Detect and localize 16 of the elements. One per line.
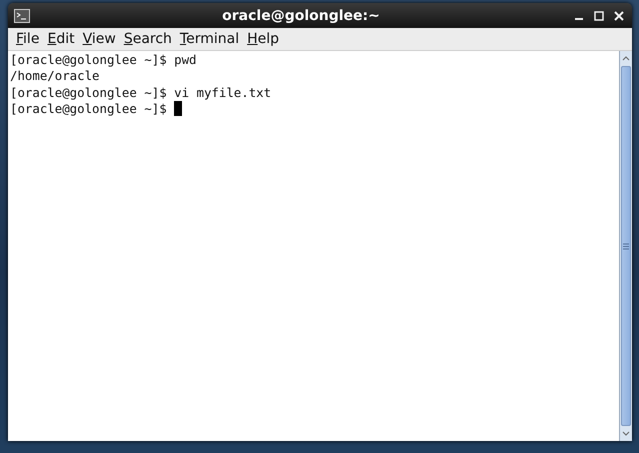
terminal-line: [oracle@golonglee ~]$: [10, 100, 168, 118]
menu-item[interactable]: Edit: [43, 29, 79, 49]
menu-item[interactable]: Search: [120, 29, 176, 49]
terminal-line: /home/oracle: [10, 68, 100, 85]
menu-item[interactable]: Help: [243, 29, 284, 49]
menu-item[interactable]: Terminal: [176, 29, 244, 49]
terminal-icon: [14, 8, 30, 22]
scrollbar[interactable]: [619, 51, 632, 441]
close-icon[interactable]: [612, 10, 626, 22]
menu-item[interactable]: View: [78, 29, 120, 49]
window-title: oracle@golonglee:~: [221, 8, 381, 24]
scroll-thumb[interactable]: [621, 66, 631, 426]
terminal-line: [oracle@golonglee ~]$ pwd: [10, 52, 196, 68]
terminal-line: [oracle@golonglee ~]$ vi myfile.txt: [10, 84, 272, 101]
menu-item[interactable]: File: [12, 29, 44, 49]
maximize-icon[interactable]: [592, 10, 606, 22]
